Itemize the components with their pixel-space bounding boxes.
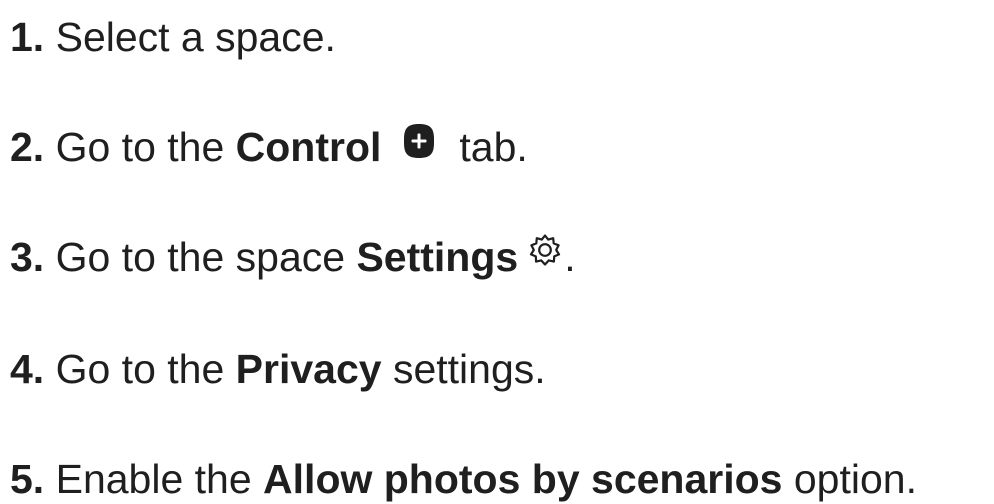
step-text-after: option. bbox=[782, 456, 917, 502]
step-text-before: Go to the space bbox=[44, 234, 357, 280]
step-4: 4. Go to the Privacy settings. bbox=[10, 344, 546, 394]
step-1: 1. Select a space. bbox=[10, 12, 336, 62]
step-text-after: tab. bbox=[459, 124, 528, 170]
settings-label: Settings bbox=[356, 234, 519, 280]
step-number: 2. bbox=[10, 124, 45, 170]
step-text: Select a space. bbox=[44, 14, 336, 60]
step-text-after: . bbox=[564, 234, 576, 280]
step-number: 5. bbox=[10, 456, 45, 502]
privacy-label: Privacy bbox=[235, 346, 382, 392]
step-3: 3. Go to the space Settings . bbox=[10, 232, 576, 282]
plus-icon bbox=[403, 120, 435, 158]
allow-photos-option-label: Allow photos by scenarios bbox=[263, 456, 783, 502]
step-text-before: Enable the bbox=[44, 456, 264, 502]
step-5: 5. Enable the Allow photos by scenarios … bbox=[10, 454, 917, 504]
step-text-after: settings. bbox=[381, 346, 546, 392]
step-number: 4. bbox=[10, 346, 45, 392]
step-number: 3. bbox=[10, 234, 45, 280]
step-text-before: Go to the bbox=[44, 346, 236, 392]
step-number: 1. bbox=[10, 14, 45, 60]
step-text-before: Go to the bbox=[44, 124, 236, 170]
step-2: 2. Go to the Control tab. bbox=[10, 122, 528, 172]
gear-icon bbox=[526, 231, 564, 269]
control-tab-label: Control bbox=[235, 124, 382, 170]
